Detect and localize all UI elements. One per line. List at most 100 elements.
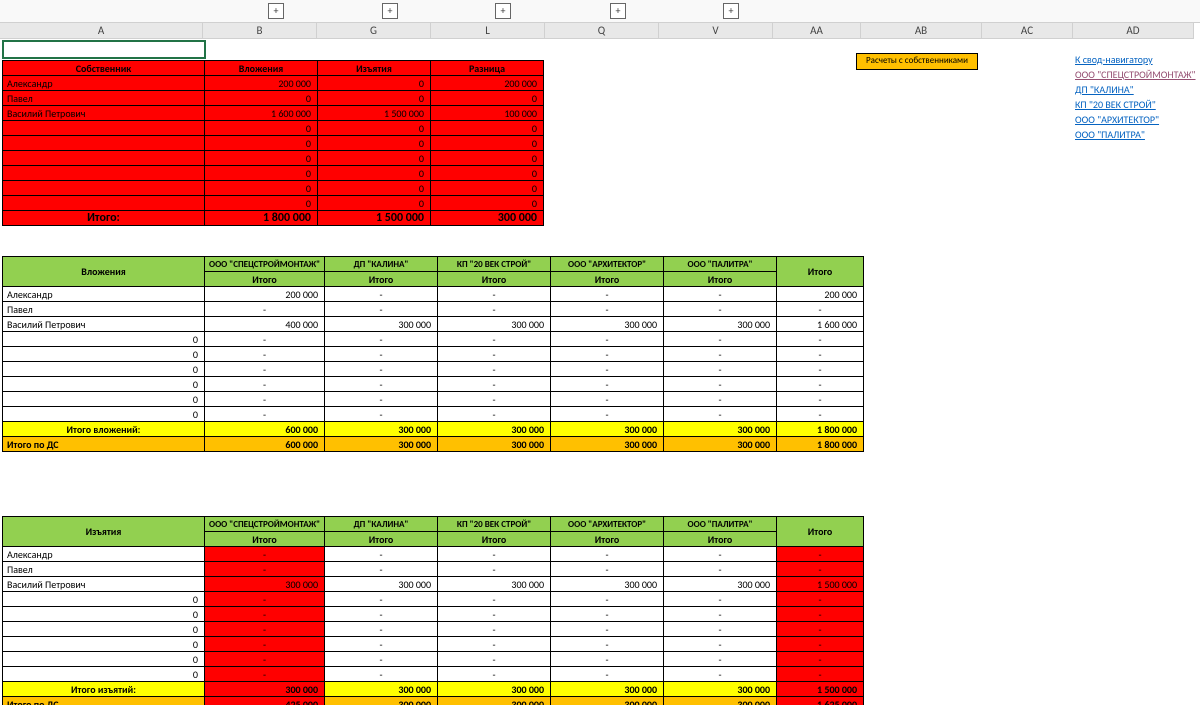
row-name[interactable]: Павел [3,302,205,317]
expand-button[interactable]: + [610,3,626,19]
owner-name[interactable] [3,151,205,166]
cell-value[interactable]: 0 [431,136,544,151]
cell-value[interactable]: 200 000 [431,76,544,91]
cell-value[interactable]: 0 [318,166,431,181]
nav-link[interactable]: ДП "КАЛИНА" [1075,83,1195,98]
cell-value[interactable]: 300 000 [438,317,551,332]
cell-value[interactable]: - [551,562,664,577]
column-headers[interactable]: ABGLQVAAABACAD [0,22,1194,39]
cell-value[interactable]: - [664,302,777,317]
cell-value[interactable]: - [438,332,551,347]
cell-value[interactable]: - [325,407,438,422]
cell-value[interactable]: - [205,407,325,422]
row-name[interactable]: 0 [3,637,205,652]
cell-value[interactable]: - [205,392,325,407]
cell-value[interactable]: - [325,302,438,317]
cell-value[interactable]: - [551,407,664,422]
cell-value[interactable]: - [325,287,438,302]
cell-value[interactable]: - [325,362,438,377]
nav-link[interactable]: К свод-навигатору [1075,53,1195,68]
cell-value[interactable]: - [777,392,864,407]
cell-value[interactable]: - [205,667,325,682]
row-name[interactable]: Александр [3,287,205,302]
cell-value[interactable]: - [438,362,551,377]
cell-value[interactable]: - [664,562,777,577]
cell-value[interactable]: 0 [205,166,318,181]
cell-value[interactable]: 0 [431,166,544,181]
cell-value[interactable]: - [551,652,664,667]
cell-value[interactable]: - [438,392,551,407]
cell-value[interactable]: - [664,622,777,637]
cell-value[interactable]: - [777,622,864,637]
cell-value[interactable]: 1 500 000 [318,106,431,121]
cell-value[interactable]: 0 [318,121,431,136]
cell-value[interactable]: - [777,347,864,362]
cell-value[interactable]: 0 [318,196,431,211]
cell-value[interactable]: 300 000 [205,577,325,592]
cell-value[interactable]: - [205,592,325,607]
cell-value[interactable]: 0 [318,181,431,196]
cell-value[interactable]: - [325,377,438,392]
cell-value[interactable]: - [325,667,438,682]
cell-value[interactable]: 0 [431,181,544,196]
column-header[interactable]: L [431,22,545,39]
row-name[interactable]: Павел [3,562,205,577]
nav-link[interactable]: ООО "СПЕЦСТРОЙМОНТАЖ" [1075,68,1195,83]
cell-value[interactable]: - [777,667,864,682]
cell-value[interactable]: 0 [318,151,431,166]
cell-value[interactable]: - [777,652,864,667]
cell-value[interactable]: - [438,347,551,362]
column-header[interactable]: V [659,22,773,39]
cell-value[interactable]: 0 [205,91,318,106]
cell-value[interactable]: - [551,377,664,392]
cell-value[interactable]: - [325,637,438,652]
cell-value[interactable]: - [664,347,777,362]
withdrawals-table[interactable]: ИзъятияООО "СПЕЦСТРОЙМОНТАЖ"ДП "КАЛИНА"К… [2,516,864,705]
cell-value[interactable]: - [551,347,664,362]
row-name[interactable]: 0 [3,362,205,377]
cell-value[interactable]: - [438,377,551,392]
cell-value[interactable]: - [325,607,438,622]
cell-value[interactable]: - [777,547,864,562]
expand-button[interactable]: + [723,3,739,19]
investments-table[interactable]: ВложенияООО "СПЕЦСТРОЙМОНТАЖ"ДП "КАЛИНА"… [2,256,864,452]
cell-value[interactable]: - [551,607,664,622]
row-name[interactable]: 0 [3,392,205,407]
owner-name[interactable]: Александр [3,76,205,91]
cell-value[interactable]: - [205,347,325,362]
cell-value[interactable]: 1 500 000 [777,577,864,592]
cell-value[interactable]: - [777,332,864,347]
cell-value[interactable]: 1 600 000 [205,106,318,121]
cell-value[interactable]: - [438,287,551,302]
cell-value[interactable]: 0 [318,136,431,151]
cell-value[interactable]: - [777,377,864,392]
cell-value[interactable]: - [551,362,664,377]
cell-value[interactable]: 300 000 [551,577,664,592]
cell-value[interactable]: - [777,562,864,577]
cell-value[interactable]: 0 [205,151,318,166]
column-header[interactable]: Q [545,22,659,39]
cell-value[interactable]: 0 [205,196,318,211]
owner-name[interactable]: Василий Петрович [3,106,205,121]
column-header[interactable]: AC [982,22,1073,39]
cell-value[interactable]: - [325,592,438,607]
row-name[interactable]: 0 [3,667,205,682]
cell-value[interactable]: - [551,667,664,682]
cell-value[interactable]: 300 000 [325,577,438,592]
owner-name[interactable] [3,181,205,196]
cell-value[interactable]: - [664,407,777,422]
expand-button[interactable]: + [268,3,284,19]
cell-value[interactable]: - [205,362,325,377]
owner-name[interactable] [3,166,205,181]
cell-value[interactable]: - [664,592,777,607]
row-name[interactable]: 0 [3,332,205,347]
row-name[interactable]: 0 [3,607,205,622]
cell-value[interactable]: - [664,607,777,622]
cell-value[interactable]: - [438,622,551,637]
nav-link[interactable]: ООО "ПАЛИТРА" [1075,128,1195,143]
cell-value[interactable]: - [664,392,777,407]
nav-link[interactable]: КП "20 ВЕК СТРОЙ" [1075,98,1195,113]
column-header[interactable]: AB [861,22,982,39]
column-header[interactable]: G [317,22,431,39]
cell-value[interactable]: - [438,592,551,607]
